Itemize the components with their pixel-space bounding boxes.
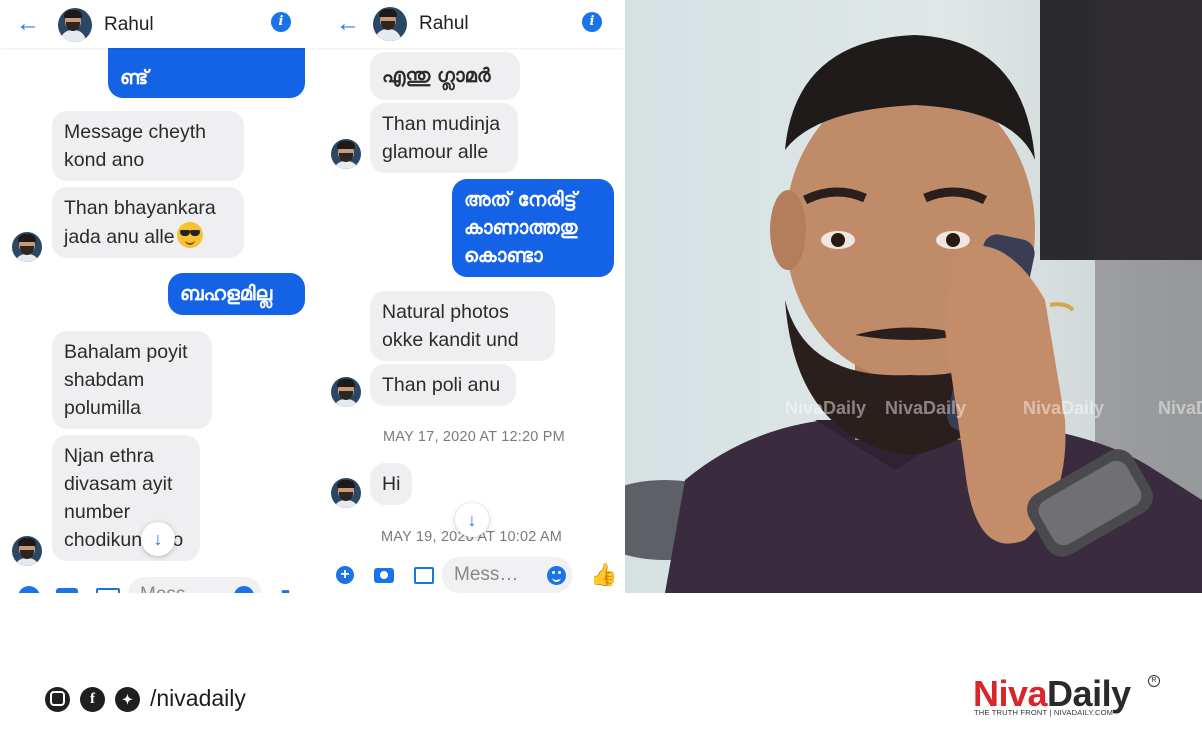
watermark: NivaDaily xyxy=(785,398,867,418)
watermark: NivaDaily xyxy=(1023,398,1105,418)
sunglasses-emoji-icon xyxy=(176,222,203,248)
camera-icon[interactable] xyxy=(374,568,394,583)
social-handle[interactable]: /nivadaily xyxy=(150,685,246,712)
plus-icon[interactable]: + xyxy=(336,566,354,584)
contact-avatar[interactable] xyxy=(373,7,407,41)
watermark: NivaDaily xyxy=(885,398,967,418)
contact-avatar-small xyxy=(12,536,42,566)
instagram-icon[interactable] xyxy=(45,687,70,712)
message-bubble-sent: ബഹളമില്ല xyxy=(168,273,305,315)
contact-avatar-small xyxy=(331,478,361,508)
contact-avatar-small xyxy=(331,139,361,169)
message-bubble-received: Njan ethra divasam ayit number chodikunn… xyxy=(52,435,200,561)
chat-screenshot-middle: ← Rahul i എന്തു ഗ്ലാമർ Than mudinja glam… xyxy=(318,0,624,593)
logo-tagline: THE TRUTH FRONT | NIVADAILY.COM xyxy=(974,708,1114,717)
contact-avatar-small xyxy=(12,232,42,262)
contact-name: Rahul xyxy=(104,14,154,35)
thumbs-up-icon[interactable]: ▮ xyxy=(280,584,291,593)
scroll-down-icon[interactable]: ↓ xyxy=(455,503,489,537)
timestamp: MAY 17, 2020 AT 12:20 PM xyxy=(383,429,565,445)
message-bubble-received: Than bhayankara jada anu alle xyxy=(52,187,244,258)
message-bubble-received: Than poli anu xyxy=(370,364,516,406)
chat-header: ← Rahul i xyxy=(0,0,316,48)
watermark: NivaDaily xyxy=(1158,398,1202,418)
message-bubble-received: എന്തു ഗ്ലാമർ xyxy=(370,52,520,100)
message-bubble-received: Message cheyth kond ano xyxy=(52,111,244,181)
info-icon[interactable]: i xyxy=(582,12,602,32)
contact-avatar[interactable] xyxy=(58,8,92,42)
twitter-icon[interactable]: ✦ xyxy=(115,687,140,712)
plus-icon[interactable] xyxy=(18,586,40,593)
message-bubble-received: Bahalam poyit shabdam polumilla xyxy=(52,331,212,429)
person-on-phone-illustration xyxy=(625,0,1202,593)
message-input-placeholder: Mess… xyxy=(454,564,519,585)
emoji-icon[interactable] xyxy=(547,566,566,585)
facebook-icon[interactable]: f xyxy=(80,687,105,712)
footer-bar: f ✦ /nivadaily NivaDaily R THE TRUTH FRO… xyxy=(0,593,1202,743)
person-photo: NivaDaily NivaDaily NivaDaily NivaDaily xyxy=(625,0,1202,593)
gallery-icon[interactable] xyxy=(414,567,434,584)
info-icon[interactable]: i xyxy=(271,12,291,32)
back-arrow-icon[interactable]: ← xyxy=(16,10,40,38)
message-bubble-received: Natural photos okke kandit und xyxy=(370,291,555,361)
message-bubble-received: Than mudinja glamour alle xyxy=(370,103,518,173)
chat-screenshot-left: ← Rahul i ണ്ട് Message cheyth kond ano T… xyxy=(0,0,316,593)
contact-name: Rahul xyxy=(419,13,469,34)
message-bubble-received: Hi xyxy=(370,463,412,505)
thumbs-up-icon[interactable]: 👍 xyxy=(590,562,617,588)
contact-avatar-small xyxy=(331,377,361,407)
message-bubble-sent: അത് നേരിട്ട് കാണാത്തതു കൊണ്ടാ xyxy=(452,179,614,277)
scroll-down-icon[interactable]: ↓ xyxy=(141,522,175,556)
back-arrow-icon[interactable]: ← xyxy=(336,10,360,38)
message-input-placeholder: Mess… xyxy=(140,584,204,593)
registered-mark: R xyxy=(1148,675,1160,687)
chat-header: ← Rahul i xyxy=(318,0,624,48)
